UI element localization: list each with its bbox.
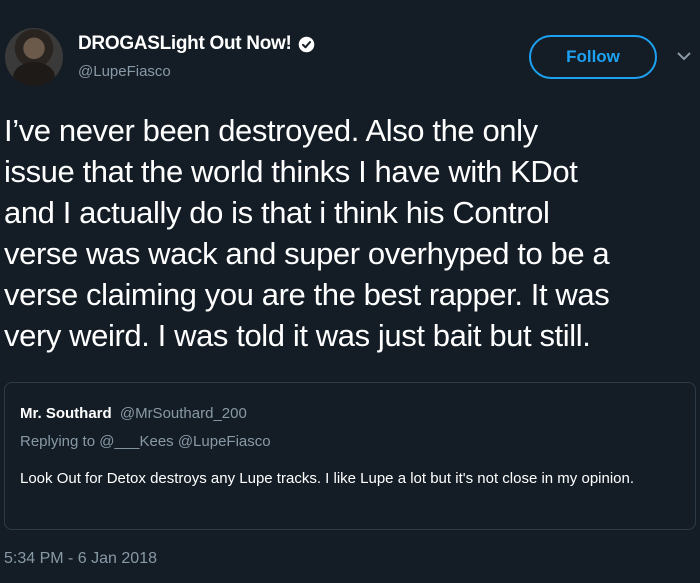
tweet-line: very weird. I was told it was just bait … bbox=[4, 318, 591, 353]
quoted-tweet-card[interactable]: Mr. Southard @MrSouthard_200 Replying to… bbox=[4, 382, 696, 530]
quoted-tweet-handle: @MrSouthard_200 bbox=[119, 405, 247, 422]
quoted-tweet-author: Mr. Southard @MrSouthard_200 bbox=[20, 405, 247, 422]
quoted-tweet-name: Mr. Southard bbox=[20, 405, 112, 422]
quoted-tweet-text: Look Out for Detox destroys any Lupe tra… bbox=[20, 470, 635, 487]
author-display-name[interactable]: DROGASLight Out Now! bbox=[78, 33, 315, 55]
author-name-text: DROGASLight Out Now! bbox=[78, 33, 292, 54]
avatar-figure bbox=[13, 62, 55, 86]
tweet-line: I’ve never been destroyed. Also the only bbox=[4, 113, 538, 148]
avatar[interactable] bbox=[5, 28, 63, 86]
replying-to-label: Replying to @___Kees @LupeFiasco bbox=[20, 433, 271, 450]
follow-button[interactable]: Follow bbox=[529, 35, 657, 79]
follow-button-label: Follow bbox=[566, 47, 620, 66]
tweet-timestamp[interactable]: 5:34 PM - 6 Jan 2018 bbox=[4, 550, 157, 568]
author-handle[interactable]: @LupeFiasco bbox=[78, 63, 171, 80]
tweet-line: issue that the world thinks I have with … bbox=[4, 154, 578, 189]
tweet-line: verse claiming you are the best rapper. … bbox=[4, 277, 610, 312]
tweet-line: verse was wack and super overhyped to be… bbox=[4, 236, 610, 271]
tweet-text: I’ve never been destroyed. Also the only… bbox=[4, 110, 698, 356]
chevron-down-icon[interactable] bbox=[676, 50, 692, 62]
verified-badge-icon bbox=[298, 36, 314, 52]
tweet-line: and I actually do is that i think his Co… bbox=[4, 195, 550, 230]
